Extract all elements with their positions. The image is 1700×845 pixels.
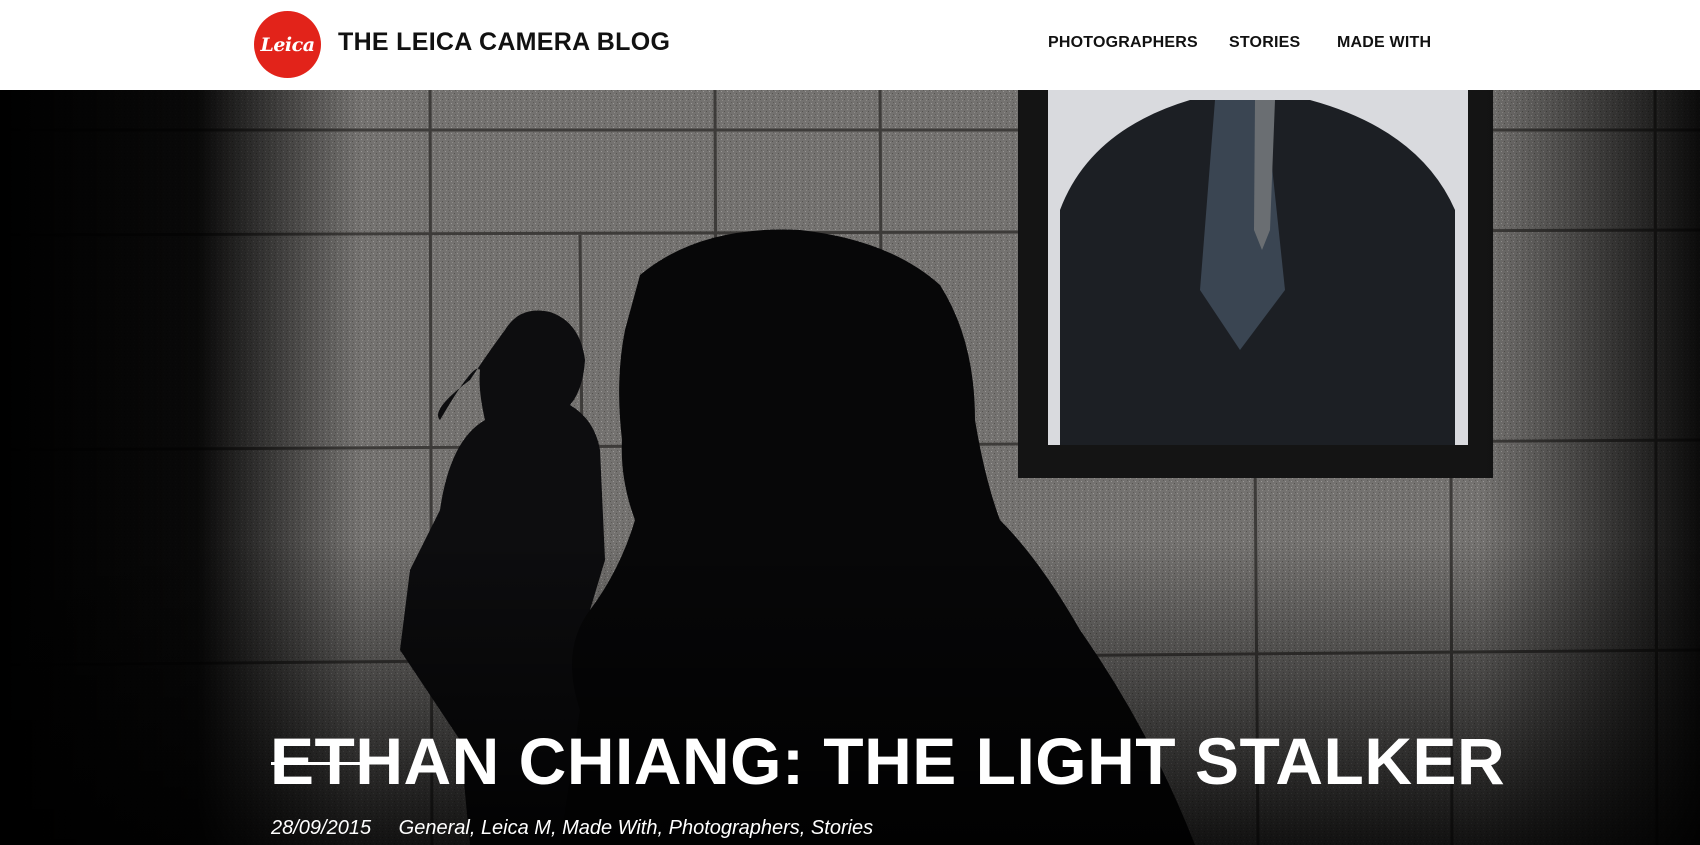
leica-logo[interactable]: Leica bbox=[254, 11, 321, 78]
hero-section: ETHAN CHIANG: THE LIGHT STALKER 28/09/20… bbox=[0, 90, 1700, 845]
post-meta: 28/09/2015 General, Leica M, Made With, … bbox=[271, 817, 873, 840]
post-title: ETHAN CHIANG: THE LIGHT STALKER bbox=[270, 724, 1506, 798]
nav-made-with[interactable]: MADE WITH bbox=[1337, 34, 1431, 52]
title-divider bbox=[271, 762, 368, 765]
post-date: 28/09/2015 bbox=[271, 817, 372, 839]
post-categories[interactable]: General, Leica M, Made With, Photographe… bbox=[399, 817, 874, 839]
site-title-link[interactable]: THE LEICA CAMERA BLOG bbox=[338, 28, 670, 57]
nav-photographers[interactable]: PHOTOGRAPHERS bbox=[1048, 34, 1198, 52]
nav-stories[interactable]: STORIES bbox=[1229, 34, 1300, 52]
site-header: Leica THE LEICA CAMERA BLOG PHOTOGRAPHER… bbox=[0, 0, 1700, 90]
leica-logo-text: Leica bbox=[260, 33, 315, 56]
